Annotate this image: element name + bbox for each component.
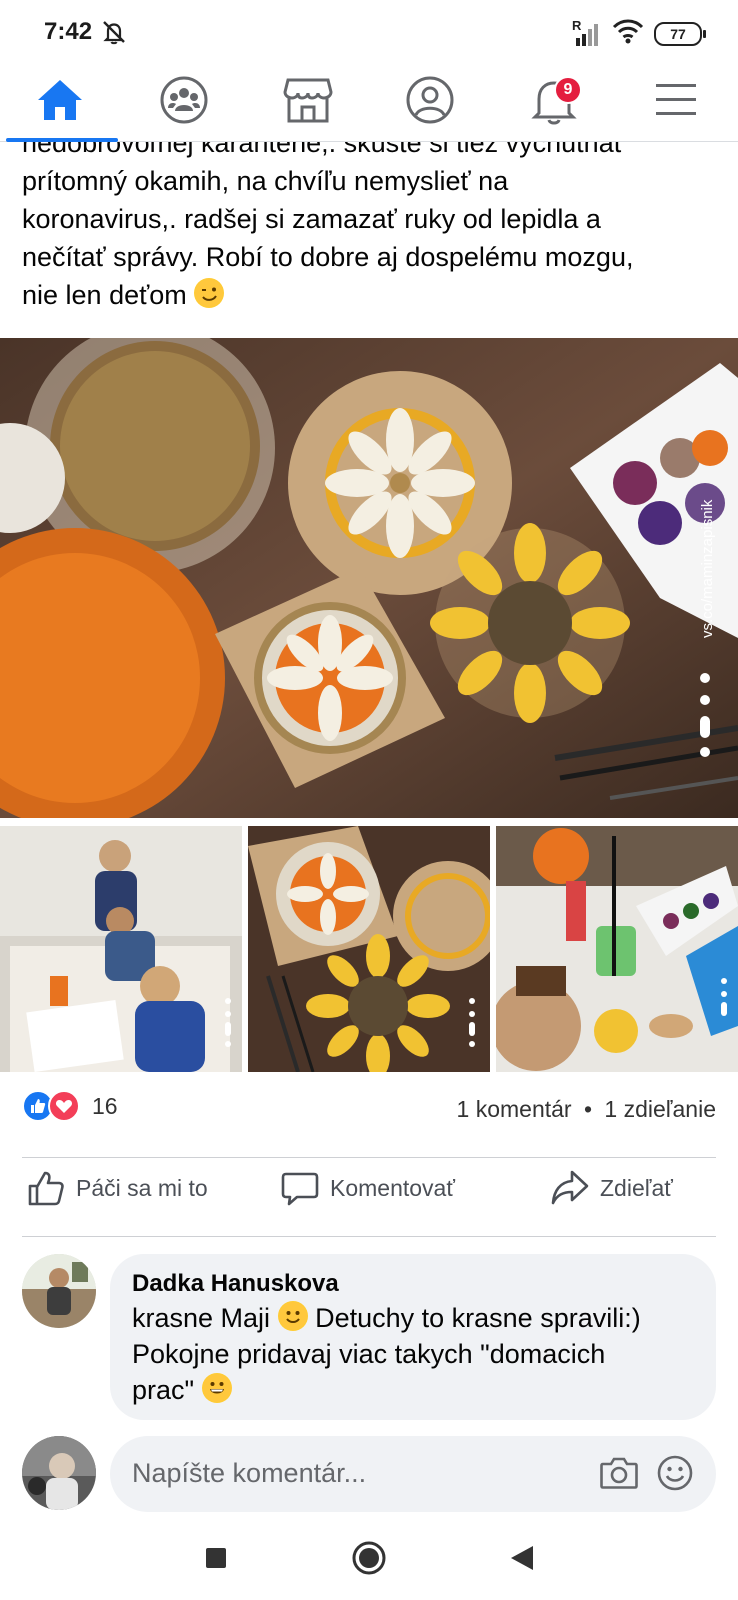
post-thumb-photo-2[interactable]	[248, 826, 490, 1072]
comment-text: krasne Maji Detuchy to krasne spravili:)…	[132, 1300, 694, 1408]
share-button-label: Zdieľať	[600, 1174, 673, 1201]
reactions-summary[interactable]: 16	[22, 1090, 118, 1122]
share-button[interactable]: Zdieľať	[550, 1168, 673, 1208]
comments-shares-summary[interactable]: 1 komentár • 1 zdieľanie	[457, 1096, 716, 1123]
share-arrow-icon	[551, 1170, 589, 1205]
comment-input[interactable]: Napíšte komentár...	[110, 1436, 716, 1512]
profile-icon	[406, 76, 454, 124]
cell-signal-icon: R	[572, 18, 602, 46]
emoji-picker-icon[interactable]	[656, 1454, 694, 1497]
post-text-line-end: nie len deťom	[22, 280, 187, 310]
nav-marketplace[interactable]	[278, 72, 338, 128]
divider	[22, 1157, 716, 1158]
comment-icon	[281, 1172, 319, 1206]
post-thumb-photo-1[interactable]	[0, 826, 242, 1072]
home-icon	[38, 80, 82, 120]
comment-line-1a: krasne Maji	[132, 1303, 271, 1333]
grin-emoji-icon	[201, 1373, 232, 1403]
marketplace-icon	[283, 78, 333, 123]
wifi-icon	[612, 18, 644, 49]
circle-home-icon	[352, 1541, 386, 1575]
like-button-label: Páči sa mi to	[76, 1174, 208, 1201]
divider	[22, 1236, 716, 1237]
recent-apps-button[interactable]	[194, 1536, 238, 1580]
comment-line: krasne Maji Detuchy to krasne spravili:)	[132, 1300, 694, 1336]
comment-input-placeholder: Napíšte komentár...	[132, 1458, 367, 1488]
nav-profile[interactable]	[400, 72, 460, 128]
post-text-line: prítomný okamih, na chvíľu nemyslieť na	[22, 166, 509, 196]
comment-bubble[interactable]: Dadka Hanuskova krasne Maji Detuchy to k…	[110, 1254, 716, 1420]
post-text-line: nedobrovoľnej karanténe,. skúste si tiež…	[22, 142, 624, 158]
status-bar: 7:42 R 77	[0, 0, 738, 62]
comment-button-label: Komentovať	[330, 1174, 455, 1201]
post-main-photo[interactable]: vs.co/maminzapisnik	[0, 338, 738, 818]
comment-author[interactable]: Dadka Hanuskova	[132, 1268, 694, 1300]
share-count[interactable]: 1 zdieľanie	[604, 1096, 716, 1122]
post-thumb-photo-3[interactable]	[496, 826, 738, 1072]
post-text-line: nie len deťom	[22, 276, 722, 314]
comment-button[interactable]: Komentovať	[280, 1168, 455, 1208]
photo-watermark: vs.co/maminzapisnik	[699, 499, 716, 638]
love-reaction-icon	[48, 1090, 80, 1122]
signal-roaming-label: R	[572, 17, 582, 33]
like-button[interactable]: Páči sa mi to	[26, 1168, 208, 1208]
comment-line: prac"	[132, 1372, 694, 1408]
hamburger-menu-icon	[656, 84, 696, 115]
back-button[interactable]	[500, 1536, 544, 1580]
comment-line-3: prac"	[132, 1375, 195, 1405]
nav-notifications[interactable]: 9	[524, 72, 584, 128]
commenter-avatar[interactable]	[22, 1254, 96, 1328]
post-text: nedobrovoľnej karanténe,. skúste si tiež…	[0, 142, 738, 332]
nav-home[interactable]	[30, 72, 90, 128]
groups-icon	[160, 76, 208, 124]
top-navbar: 9	[0, 62, 738, 142]
smile-emoji-icon	[277, 1301, 308, 1331]
stats-separator: •	[583, 1096, 593, 1122]
my-avatar[interactable]	[22, 1436, 96, 1510]
reaction-count: 16	[92, 1092, 118, 1119]
comment-line-1b: Detuchy to krasne spravili:)	[315, 1303, 641, 1333]
thumbs-up-icon	[28, 1171, 64, 1206]
camera-icon[interactable]	[600, 1456, 638, 1495]
home-button[interactable]	[347, 1536, 391, 1580]
wink-emoji-icon	[194, 278, 225, 308]
bell-muted-icon	[100, 18, 128, 46]
battery-indicator: 77	[654, 21, 706, 46]
nav-groups[interactable]	[154, 72, 214, 128]
notification-badge: 9	[554, 76, 582, 104]
comment-line: Pokojne pridavaj viac takych "domacich	[132, 1339, 606, 1369]
system-navigation-bar	[0, 1514, 738, 1600]
status-time: 7:42	[44, 18, 93, 45]
post-text-line: koronavirus,. radšej si zamazať ruky od …	[22, 204, 601, 234]
nav-menu[interactable]	[646, 72, 706, 128]
post-actions: Páči sa mi to Komentovať Zdieľať	[0, 1168, 738, 1224]
back-triangle-icon	[511, 1546, 533, 1570]
square-icon	[206, 1548, 226, 1568]
comment-count[interactable]: 1 komentár	[457, 1096, 572, 1122]
post-text-line: nečítať správy. Robí to dobre aj dospelé…	[22, 242, 634, 272]
